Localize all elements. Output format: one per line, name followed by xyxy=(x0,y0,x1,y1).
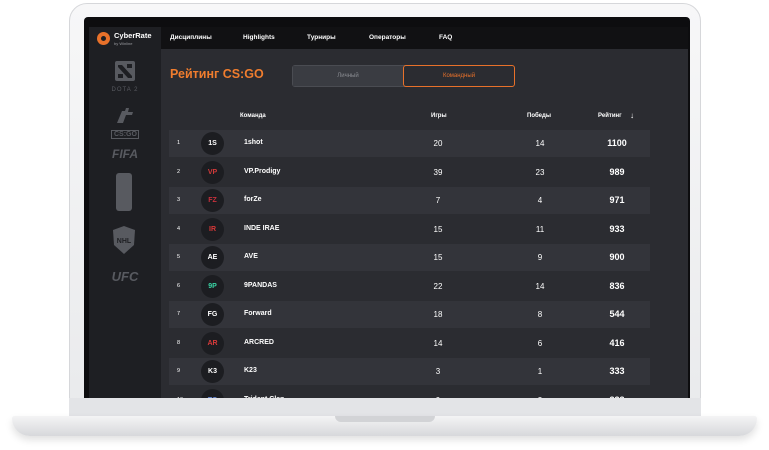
team-logo-icon: FZ xyxy=(201,189,224,212)
team-name: forZe xyxy=(244,196,262,203)
team-logo-icon: K3 xyxy=(201,360,224,383)
wins-count: 1 xyxy=(537,367,543,376)
wins-count: 9 xyxy=(537,253,543,262)
toggle-personal-button[interactable]: Личный xyxy=(293,66,403,86)
team-logo-icon: AR xyxy=(201,331,224,355)
row-rank: 5 xyxy=(177,254,181,260)
top-nav: Дисциплины Highlights Турниры Операторы … xyxy=(161,27,688,49)
team-logo-icon: 1S xyxy=(201,132,224,155)
team-logo-icon: 9P xyxy=(201,274,224,298)
row-rank: 7 xyxy=(177,311,181,317)
column-header-team[interactable]: Команда xyxy=(240,113,266,119)
row-rank: 9 xyxy=(177,368,181,374)
team-name: 9PANDAS xyxy=(244,281,277,289)
csgo-icon xyxy=(117,108,133,123)
wins-count: 23 xyxy=(535,167,545,177)
sidebar-game-dota2[interactable]: DOTA 2 xyxy=(103,60,147,93)
column-header-wins[interactable]: Победы xyxy=(527,113,551,119)
rating-value: 971 xyxy=(609,195,625,205)
team-name: AVE xyxy=(244,253,258,260)
table-row[interactable]: 1 1S 1shot 20 14 1100 xyxy=(169,130,650,157)
row-rank: 4 xyxy=(177,225,181,232)
column-header-rating[interactable]: Рейтинг xyxy=(598,113,622,119)
nav-item-disciplines[interactable]: Дисциплины xyxy=(170,34,212,41)
team-name: 1shot xyxy=(244,139,263,146)
table-row[interactable]: 8 AR ARCRED 14 6 416 xyxy=(169,330,650,357)
toggle-team-button[interactable]: Командный xyxy=(403,65,515,87)
nav-item-tournaments[interactable]: Турниры xyxy=(307,34,336,41)
games-count: 15 xyxy=(433,253,443,262)
row-rank: 2 xyxy=(177,168,181,175)
sidebar: CyberRate by Winline DOTA 2 CS:GO FIFA N… xyxy=(89,27,161,400)
games-count: 3 xyxy=(435,367,441,376)
nhl-label: NHL xyxy=(117,238,132,245)
table-row[interactable]: 6 9P 9PANDAS 22 14 836 xyxy=(169,273,650,300)
table-row[interactable]: 7 FG Forward 18 8 544 xyxy=(169,301,650,328)
sort-desc-icon[interactable]: ↓ xyxy=(630,111,634,120)
team-logo-icon: VP xyxy=(201,160,224,184)
wins-count: 4 xyxy=(537,196,543,205)
rating-type-toggle: Личный Командный xyxy=(292,65,515,87)
column-header-games[interactable]: Игры xyxy=(431,113,447,119)
table-row[interactable]: 2 VP VP.Prodigy 39 23 989 xyxy=(169,159,650,186)
nav-item-highlights[interactable]: Highlights xyxy=(243,34,275,41)
nav-item-operators[interactable]: Операторы xyxy=(369,34,406,41)
games-count: 15 xyxy=(433,224,443,234)
games-count: 7 xyxy=(435,196,441,205)
page-title: Рейтинг CS:GO xyxy=(170,67,264,81)
wins-count: 11 xyxy=(535,224,545,234)
table-row[interactable]: 5 AE AVE 15 9 900 xyxy=(169,244,650,271)
team-name: VP.Prodigy xyxy=(244,167,281,175)
row-rank: 6 xyxy=(177,282,181,289)
brand-sub: by Winline xyxy=(114,41,133,46)
team-logo-icon: FG xyxy=(201,303,224,326)
team-name: INDE IRAE xyxy=(244,224,280,232)
rating-value: 836 xyxy=(609,280,625,291)
brand-name: CyberRate xyxy=(114,31,152,40)
sidebar-game-nhl[interactable]: NHL xyxy=(110,225,138,259)
dota2-icon xyxy=(115,61,135,81)
rating-value: 1100 xyxy=(607,138,627,148)
sidebar-game-label: CS:GO xyxy=(111,130,139,139)
wins-count: 14 xyxy=(535,281,545,291)
nhl-shield-icon: NHL xyxy=(113,226,135,254)
row-rank: 1 xyxy=(177,140,181,146)
app-screen: CyberRate by Winline DOTA 2 CS:GO FIFA N… xyxy=(89,27,688,400)
rating-value: 989 xyxy=(609,166,625,177)
row-rank: 8 xyxy=(177,339,181,346)
sidebar-game-fifa[interactable]: FIFA xyxy=(103,147,147,161)
brand-mark-icon xyxy=(97,32,110,45)
table-row[interactable]: 9 K3 K23 3 1 333 xyxy=(169,358,650,385)
table-row[interactable]: 3 FZ forZe 7 4 971 xyxy=(169,187,650,214)
row-rank: 3 xyxy=(177,197,181,203)
wins-count: 6 xyxy=(537,338,543,348)
sidebar-game-label: DOTA 2 xyxy=(111,87,139,93)
sidebar-game-nba[interactable] xyxy=(115,173,133,213)
team-logo-icon: IR xyxy=(201,217,224,241)
games-count: 14 xyxy=(433,338,443,348)
table-row[interactable]: 4 IR INDE IRAE 15 11 933 xyxy=(169,216,650,243)
sidebar-game-csgo[interactable]: CS:GO xyxy=(103,107,147,139)
rating-value: 544 xyxy=(609,309,625,319)
rating-value: 333 xyxy=(609,366,625,376)
rating-value: 900 xyxy=(609,252,625,262)
rating-value: 933 xyxy=(609,223,625,234)
nav-item-faq[interactable]: FAQ xyxy=(439,34,452,41)
games-count: 20 xyxy=(433,139,443,148)
laptop-hinge xyxy=(69,398,701,418)
wins-count: 14 xyxy=(535,139,545,148)
team-name: Forward xyxy=(244,310,272,317)
rating-value: 416 xyxy=(609,337,625,348)
laptop-notch xyxy=(335,416,435,422)
sidebar-game-ufc[interactable]: UFC xyxy=(103,269,147,284)
nba-icon xyxy=(116,173,132,211)
wins-count: 8 xyxy=(537,310,543,319)
games-count: 39 xyxy=(433,167,443,177)
team-name: K23 xyxy=(244,367,257,374)
brand-logo[interactable]: CyberRate by Winline xyxy=(97,31,161,49)
games-count: 22 xyxy=(433,281,443,291)
team-logo-icon: AE xyxy=(201,246,224,269)
team-name: ARCRED xyxy=(244,338,274,346)
games-count: 18 xyxy=(433,310,443,319)
